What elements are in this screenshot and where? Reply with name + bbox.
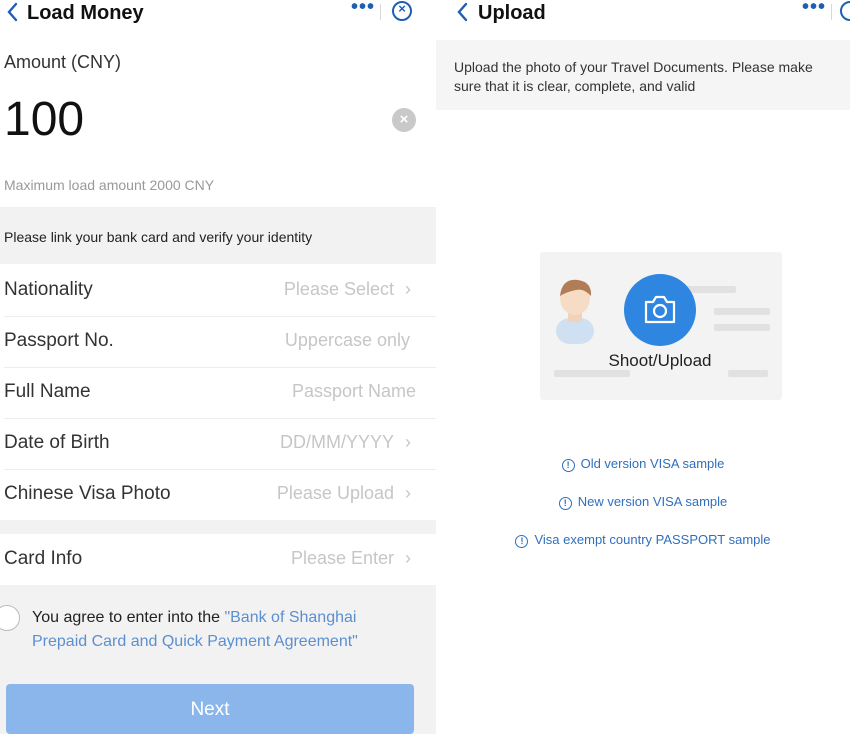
page-title: Load Money xyxy=(27,2,144,24)
full-name-input[interactable]: Passport Name xyxy=(292,381,416,402)
field-label: Nationality xyxy=(4,279,93,300)
new-visa-sample-link[interactable]: ! New version VISA sample xyxy=(436,494,850,510)
more-button[interactable]: ••• xyxy=(802,0,826,19)
passport-input[interactable]: Uppercase only xyxy=(285,330,410,351)
avatar-icon xyxy=(556,279,594,344)
nationality-row[interactable]: Nationality Please Select › xyxy=(0,265,436,316)
close-button[interactable] xyxy=(840,1,850,21)
nav-bar: Upload ••• xyxy=(436,0,850,28)
agreement-prefix: You agree to enter into the xyxy=(32,609,225,626)
more-button[interactable]: ••• xyxy=(351,0,375,19)
nav-bar: Load Money ••• × xyxy=(0,0,436,28)
old-visa-sample-link[interactable]: ! Old version VISA sample xyxy=(436,456,850,472)
passport-row[interactable]: Passport No. Uppercase only xyxy=(0,316,436,367)
nationality-select[interactable]: Please Select xyxy=(284,279,394,300)
clear-icon: × xyxy=(399,111,409,128)
info-icon: ! xyxy=(561,459,575,472)
chevron-left-icon xyxy=(457,2,468,22)
upload-hint: Upload the photo of your Travel Document… xyxy=(454,59,813,94)
info-icon: ! xyxy=(515,535,529,548)
camera-icon xyxy=(644,295,676,324)
sample-label: Old version VISA sample xyxy=(580,456,725,471)
chevron-right-icon: › xyxy=(405,432,411,452)
card-info-row[interactable]: Card Info Please Enter › xyxy=(0,534,436,585)
clear-amount-button[interactable]: × xyxy=(392,108,416,132)
field-label: Card Info xyxy=(4,548,83,569)
load-money-screen: Load Money ••• × Amount (CNY) 100 × Maxi… xyxy=(0,0,436,734)
dob-row[interactable]: Date of Birth DD/MM/YYYY › xyxy=(0,418,436,469)
dob-input[interactable]: DD/MM/YYYY xyxy=(280,432,394,453)
chevron-right-icon: › xyxy=(405,548,411,568)
close-button[interactable]: × xyxy=(392,1,412,21)
id-line xyxy=(728,370,768,377)
id-line xyxy=(714,324,770,331)
field-label: Passport No. xyxy=(4,330,114,351)
nav-divider xyxy=(380,4,381,20)
link-card-note: Please link your bank card and verify yo… xyxy=(4,229,313,245)
back-button[interactable] xyxy=(6,2,18,27)
id-line xyxy=(554,370,630,377)
close-circle-icon: × xyxy=(398,1,406,16)
id-line xyxy=(714,308,770,315)
visa-photo-row[interactable]: Chinese Visa Photo Please Upload › xyxy=(0,469,436,520)
shoot-upload-label: Shoot/Upload xyxy=(608,351,712,370)
next-label: Next xyxy=(190,699,230,720)
upload-screen: Upload ••• Upload the photo of your Trav… xyxy=(436,0,850,734)
field-label: Chinese Visa Photo xyxy=(4,483,171,504)
back-button[interactable] xyxy=(456,2,468,27)
visa-photo-upload[interactable]: Please Upload xyxy=(277,483,394,504)
section-gap xyxy=(0,520,436,534)
next-button[interactable]: Next xyxy=(6,684,414,734)
nav-divider xyxy=(831,4,832,20)
card-info-input[interactable]: Please Enter xyxy=(291,548,394,569)
chevron-left-icon xyxy=(7,2,18,22)
full-name-row[interactable]: Full Name Passport Name xyxy=(0,367,436,418)
info-icon: ! xyxy=(558,497,572,510)
field-label: Full Name xyxy=(4,381,91,402)
shoot-upload-button[interactable] xyxy=(624,274,696,346)
amount-label: Amount (CNY) xyxy=(4,52,122,72)
chevron-right-icon: › xyxy=(405,483,411,503)
agreement-text: You agree to enter into the "Bank of Sha… xyxy=(32,606,412,654)
sample-label: New version VISA sample xyxy=(577,494,728,509)
max-load-note: Maximum load amount 2000 CNY xyxy=(4,177,215,193)
chevron-right-icon: › xyxy=(405,279,411,299)
sample-label: Visa exempt country PASSPORT sample xyxy=(534,532,771,547)
field-label: Date of Birth xyxy=(4,432,110,453)
passport-sample-link[interactable]: ! Visa exempt country PASSPORT sample xyxy=(436,532,850,548)
page-title: Upload xyxy=(478,2,546,24)
amount-input[interactable]: 100 xyxy=(4,92,84,148)
